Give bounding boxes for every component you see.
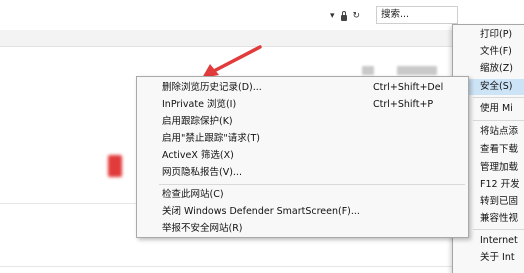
menu-item-label: ActiveX 筛选(X): [162, 150, 234, 161]
page-logo-mark: [108, 155, 122, 177]
tools-item-file[interactable]: 文件(F): [453, 44, 524, 60]
tools-item-print[interactable]: 打印(P): [453, 27, 524, 43]
menu-item-label: 删除浏览历史记录(D)...: [162, 82, 262, 93]
tools-item-about[interactable]: 关于 Int: [453, 250, 524, 266]
annotation-arrow-icon: [202, 45, 262, 78]
menu-separator: [159, 184, 465, 185]
safety-submenu: 删除浏览历史记录(D)... Ctrl+Shift+Del InPrivate …: [136, 76, 469, 238]
blurred-text: [362, 66, 374, 75]
address-bar-tools: ▾ ↻: [330, 9, 360, 23]
lock-icon[interactable]: [340, 10, 347, 21]
menu-item-smartscreen[interactable]: 关闭 Windows Defender SmartScreen(F)...: [137, 204, 468, 220]
menu-item-label: 关闭 Windows Defender SmartScreen(F)...: [162, 206, 360, 217]
menu-item-report-unsafe[interactable]: 举报不安全网站(R): [137, 221, 468, 237]
menu-item-privacy-report[interactable]: 网页隐私报告(V)...: [137, 165, 468, 181]
menu-item-check-site[interactable]: 检查此网站(C): [137, 187, 468, 203]
address-bar-strip: ▾ ↻ 搜索...: [0, 0, 524, 31]
menu-separator: [473, 120, 524, 121]
menu-separator: [473, 97, 524, 98]
menu-item-shortcut: Ctrl+Shift+Del: [373, 82, 444, 93]
menu-item-label: 网页隐私报告(V)...: [162, 167, 242, 178]
menu-separator: [473, 229, 524, 230]
menu-item-shortcut: Ctrl+Shift+P: [373, 99, 434, 110]
menu-item-label: 启用"禁止跟踪"请求(T): [162, 133, 260, 144]
menu-item-label: InPrivate 浏览(I): [162, 99, 237, 110]
menu-item-inprivate[interactable]: InPrivate 浏览(I) Ctrl+Shift+P: [137, 97, 468, 113]
menu-item-label: 举报不安全网站(R): [162, 223, 243, 234]
refresh-icon[interactable]: ↻: [353, 10, 361, 22]
search-input[interactable]: 搜索...: [376, 6, 458, 24]
menu-item-label: 启用跟踪保护(K): [162, 116, 233, 127]
menu-item-do-not-track[interactable]: 启用"禁止跟踪"请求(T): [137, 131, 468, 147]
menu-item-label: 检查此网站(C): [162, 189, 224, 200]
address-dropdown-icon[interactable]: ▾: [330, 10, 335, 22]
tools-item-zoom[interactable]: 缩放(Z): [453, 61, 524, 77]
menu-item-activex-filter[interactable]: ActiveX 筛选(X): [137, 148, 468, 164]
menu-item-delete-history[interactable]: 删除浏览历史记录(D)... Ctrl+Shift+Del: [137, 80, 468, 96]
browser-window: ▾ ↻ 搜索... 打印(P) 文件(F) 缩放(Z) 安全(S) 使用 Mi …: [0, 0, 524, 273]
blurred-text: [397, 66, 437, 75]
divider: [0, 266, 524, 267]
menu-item-tracking-protection[interactable]: 启用跟踪保护(K): [137, 114, 468, 130]
